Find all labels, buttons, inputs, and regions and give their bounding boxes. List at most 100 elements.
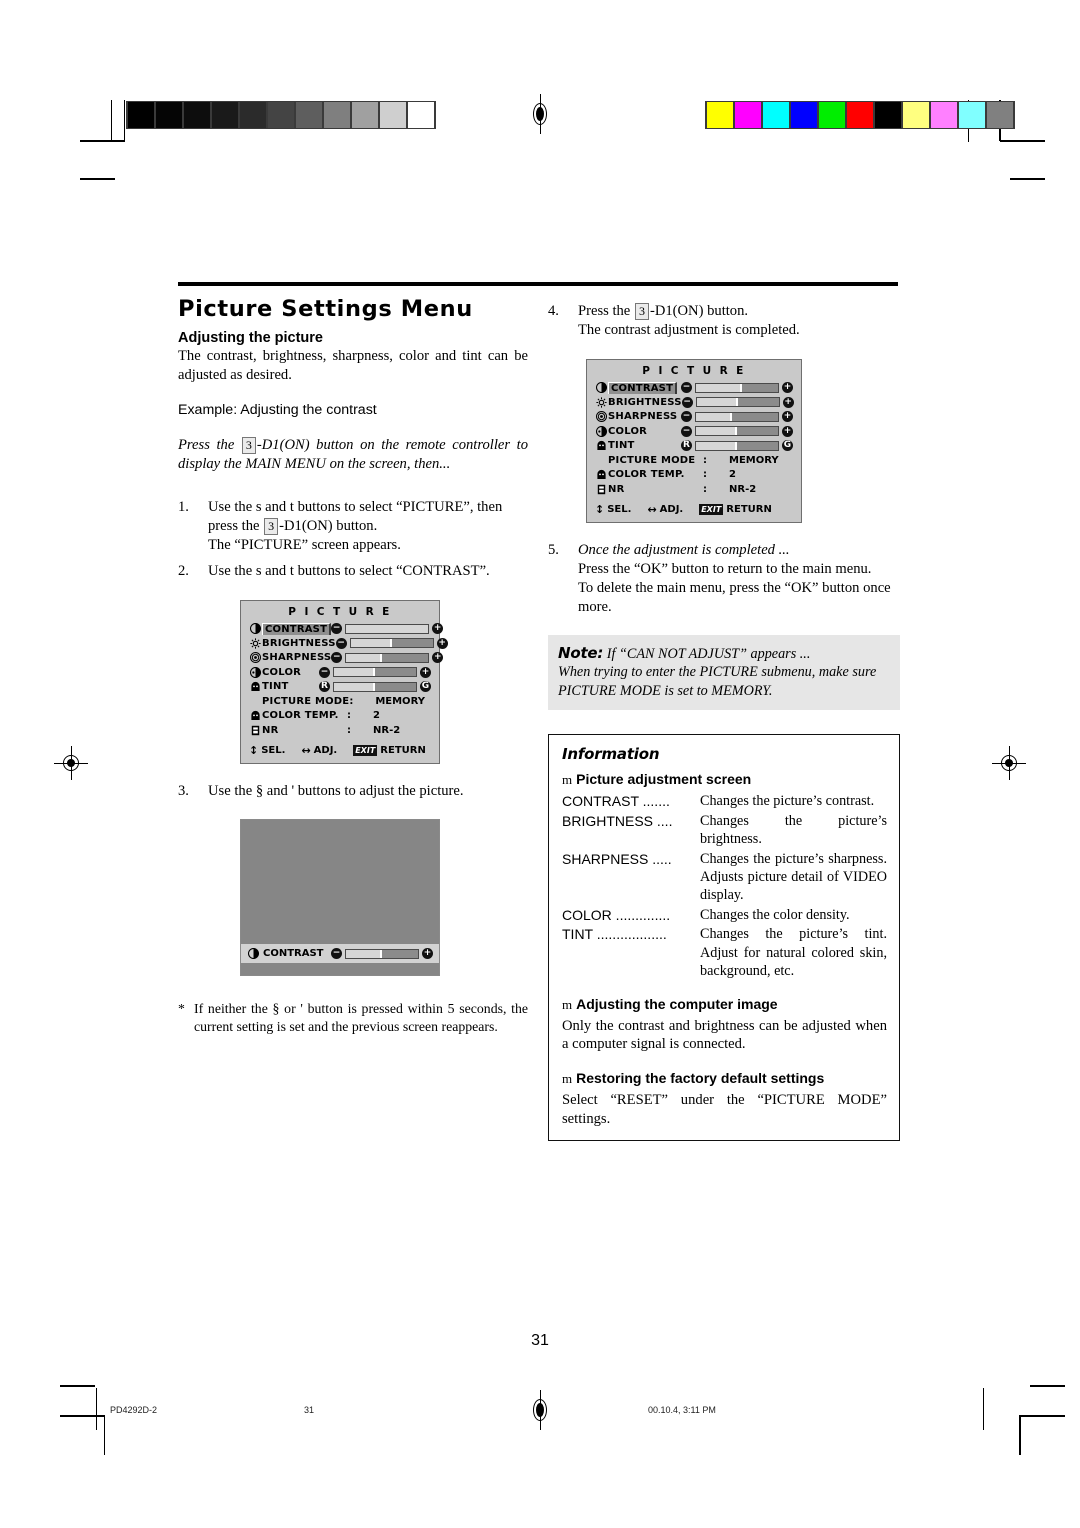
contrast-strip: CONTRAST − + [241, 944, 439, 964]
slider-increase-icon[interactable]: + [782, 382, 793, 394]
step-2-text: Use the s and t buttons to select “CONTR… [208, 563, 490, 580]
slider-decrease-icon[interactable]: − [335, 637, 347, 649]
osd-row-picture-mode[interactable]: PICTURE MODE: MEMORY [595, 453, 793, 467]
step-1-line-3: The “PICTURE” screen appears. [208, 537, 401, 554]
osd-title-left: P I C T U R E [288, 606, 392, 619]
slider-track[interactable] [333, 681, 417, 692]
slider-track[interactable] [695, 426, 779, 437]
slider-decrease-icon[interactable]: − [319, 666, 330, 678]
osd-footer-left: ↕ SEL. ↔ ADJ. EXIT RETURN [249, 744, 431, 757]
page-title: Picture Settings Menu [178, 296, 473, 322]
slider-decrease-icon[interactable]: − [681, 396, 693, 408]
slider-track[interactable] [695, 397, 780, 408]
slider-decrease-icon[interactable]: − [331, 623, 343, 635]
osd-row-brightness[interactable]: BRIGHTNESS − + [595, 395, 794, 409]
left-right-arrow-icon: ↔ [647, 502, 657, 516]
information-box: Information m Picture adjustment screen C… [548, 734, 900, 1142]
example-line: Example: Adjusting the contrast [178, 402, 377, 419]
slider-decrease-icon[interactable]: − [331, 652, 343, 664]
slider-track[interactable] [349, 638, 434, 649]
osd-slider-control[interactable]: RG [681, 440, 793, 452]
step-4-line-2: The contrast adjustment is completed. [578, 321, 800, 338]
footer-model: PD4292D-2 [110, 1405, 158, 1415]
slider-decrease-icon[interactable]: − [681, 382, 692, 394]
slider-decrease-icon[interactable]: R [681, 440, 692, 452]
slider-track[interactable] [345, 948, 419, 959]
osd-row-tint[interactable]: TINT R G [595, 439, 793, 453]
slider-increase-icon[interactable]: + [422, 948, 433, 960]
osd-slider-control[interactable]: − + [335, 637, 448, 649]
osd-value: MEMORY [375, 695, 425, 707]
osd-value: NR-2 [729, 483, 757, 495]
slider-track[interactable] [695, 382, 779, 393]
osd-row-color-temp-[interactable]: COLOR TEMP.:2 [249, 709, 431, 723]
slider-track[interactable] [345, 623, 430, 634]
slider-increase-icon[interactable]: + [432, 623, 444, 635]
slider-decrease-icon[interactable]: − [331, 948, 342, 960]
slider-increase-icon[interactable]: + [436, 637, 448, 649]
step-5-line-3: To delete the main menu, press the “OK” … [578, 579, 891, 615]
contrast-icon [247, 948, 260, 960]
osd-slider-control[interactable]: − + [681, 425, 793, 437]
step-1: 1. Use the s and t buttons to select “PI… [178, 498, 528, 555]
slider-increase-icon[interactable]: + [420, 666, 431, 678]
osd-label: COLOR TEMP. [262, 710, 339, 722]
slider-track[interactable] [345, 652, 430, 663]
picture-preview-lower-band [241, 963, 439, 976]
osd-row-color[interactable]: COLOR − + [595, 424, 793, 438]
osd-row-color[interactable]: COLOR − + [249, 666, 431, 680]
osd-slider-control[interactable]: − + [319, 666, 431, 678]
slider-track[interactable] [695, 440, 779, 451]
slider-decrease-icon[interactable]: R [319, 681, 330, 693]
osd-value: 2 [373, 710, 380, 722]
info-subheading-picture-adjustment-screen: m Picture adjustment screen [562, 771, 887, 788]
slider-increase-icon[interactable]: + [432, 652, 444, 664]
definition-term: COLOR .............. [562, 906, 671, 923]
osd-row-contrast[interactable]: CONTRAST − + [595, 381, 793, 395]
slider-increase-icon[interactable]: + [782, 425, 793, 437]
exit-key-icon: EXIT [699, 503, 724, 515]
slider-increase-icon[interactable]: G [420, 681, 431, 693]
osd-return-group-right: EXIT RETURN [699, 503, 772, 515]
up-down-arrow-icon: ↕ [249, 744, 259, 758]
slider-increase-icon[interactable]: + [782, 396, 794, 408]
steps-list-right-2: 5. Once the adjustment is completed ... … [548, 541, 900, 617]
slider-track[interactable] [695, 411, 779, 422]
info-body-computer-image: Only the contrast and brightness can be … [562, 1017, 887, 1053]
osd-slider-control[interactable]: − + [681, 382, 793, 394]
osd-row-brightness[interactable]: BRIGHTNESS − + [249, 637, 448, 651]
slider-increase-icon[interactable]: + [782, 411, 793, 423]
note-label: Note: [558, 643, 604, 662]
osd-slider-control[interactable]: − + [331, 652, 444, 664]
slider-fill [696, 427, 737, 436]
osd-row-color-temp-[interactable]: COLOR TEMP.:2 [595, 468, 793, 482]
osd-adj-group-left: ↔ ADJ. [301, 744, 337, 757]
osd-slider-control[interactable]: RG [319, 681, 431, 693]
slider-fill [346, 653, 383, 662]
osd-label: NR [608, 483, 625, 495]
slider-decrease-icon[interactable]: − [681, 411, 692, 423]
osd-slider-control[interactable]: − + [681, 396, 794, 408]
osd-picture-menu-left: P I C T U R E CONTRAST − + BRIGHTNESS − + SHAR… [240, 600, 448, 765]
osd-label: COLOR TEMP. [608, 469, 685, 481]
osd-picture-menu-right: P I C T U R E CONTRAST − + BRIGHTNESS − + SHAR… [586, 358, 802, 523]
osd-slider-control[interactable]: − + [331, 623, 444, 635]
osd-label: TINT [262, 681, 289, 693]
slider-decrease-icon[interactable]: − [681, 425, 692, 437]
slider-fill [346, 949, 382, 958]
osd-row-nr[interactable]: NR: NR-2 [595, 482, 793, 496]
definition-list: CONTRAST ....... Changes the picture’s co… [562, 792, 887, 981]
slider-increase-icon[interactable]: G [782, 440, 793, 452]
contrast-strip-control: − + [331, 948, 433, 960]
osd-row-contrast[interactable]: CONTRAST − + [249, 622, 444, 636]
osd-row-sharpness[interactable]: SHARPNESS − + [249, 651, 444, 665]
osd-slider-control[interactable]: − + [681, 411, 793, 423]
osd-row-tint[interactable]: TINT R G [249, 680, 431, 694]
slider-fill [696, 412, 733, 421]
osd-row-nr[interactable]: NR: NR-2 [249, 724, 431, 738]
osd-colon: : [703, 469, 707, 481]
slider-track[interactable] [333, 667, 417, 678]
osd-sel-group-left: ↕ SEL. [249, 744, 285, 757]
osd-row-sharpness[interactable]: SHARPNESS − + [595, 410, 793, 424]
osd-row-picture-mode[interactable]: PICTURE MODE: MEMORY [249, 695, 431, 709]
